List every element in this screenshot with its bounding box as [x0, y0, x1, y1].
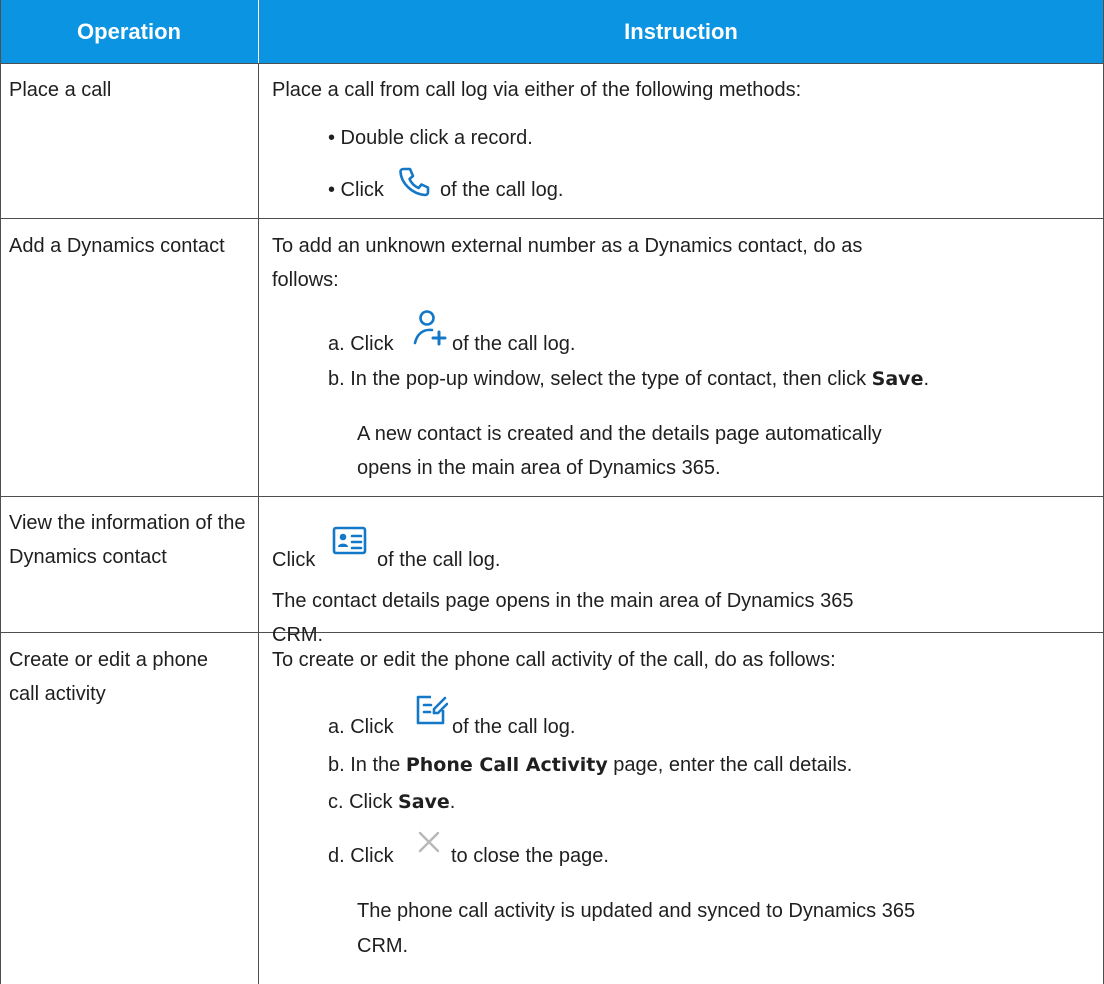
save-label: Save [398, 791, 450, 813]
add-contact-icon [412, 308, 448, 353]
instruction-intro: Place a call from call log via either of… [272, 79, 802, 101]
step-note: The contact details page opens in the ma… [272, 590, 854, 612]
step-d-prefix: d. Click [328, 845, 394, 867]
row-divider [0, 632, 1104, 633]
step-b: b. In the pop-up window, select the type… [328, 362, 929, 396]
row-divider [0, 218, 1104, 219]
step-b: b. In the Phone Call Activity page, ente… [328, 748, 852, 782]
step-note: The phone call activity is updated and s… [357, 900, 916, 922]
save-label: Save [871, 368, 924, 390]
step-c: c. Click Save. [328, 785, 455, 819]
edit-note-icon [414, 693, 449, 732]
click-prefix: Click [272, 549, 316, 571]
contact-card-icon [332, 526, 368, 561]
step-b-period: . [923, 368, 930, 390]
bullet-item-prefix: • Click [328, 179, 384, 201]
step-b-text: b. In the pop-up window, select the type… [328, 368, 867, 390]
operation-cell: Place a call [9, 79, 112, 101]
left-border [0, 0, 1, 984]
step-b-text: b. In the [328, 754, 401, 776]
header-instruction: Instruction [624, 19, 738, 44]
step-d-suffix: to close the page. [451, 845, 609, 867]
step-note: CRM. [357, 935, 409, 957]
step-note: A new contact is created and the details… [357, 423, 882, 445]
step-a-suffix: of the call log. [452, 716, 576, 738]
step-c-text: c. Click [328, 791, 393, 813]
step-a-suffix: of the call log. [452, 333, 576, 355]
instruction-intro: To create or edit the phone call activit… [272, 649, 836, 671]
step-note: opens in the main area of Dynamics 365. [357, 457, 721, 479]
bullet-item-suffix: of the call log. [440, 179, 564, 201]
click-suffix: of the call log. [377, 549, 501, 571]
step-a-prefix: a. Click [328, 716, 394, 738]
close-icon [416, 829, 442, 860]
operation-cell: Create or edit a phone call activity [9, 649, 209, 705]
table-header: Operation Instruction [0, 0, 1104, 64]
operation-cell: View the information of the Dynamics con… [9, 512, 246, 568]
step-c-period: . [449, 791, 456, 813]
header-operation: Operation [77, 19, 181, 44]
bullet-item: • Double click a record. [328, 127, 533, 149]
row-divider [0, 496, 1104, 497]
step-a-prefix: a. Click [328, 333, 394, 355]
instruction-intro: follows: [272, 269, 339, 291]
phone-call-activity-label: Phone Call Activity [405, 754, 608, 776]
operation-cell: Add a Dynamics contact [9, 235, 225, 257]
phone-icon [397, 164, 431, 203]
step-b-text-end: page, enter the call details. [613, 754, 853, 776]
instruction-intro: To add an unknown external number as a D… [272, 235, 863, 257]
